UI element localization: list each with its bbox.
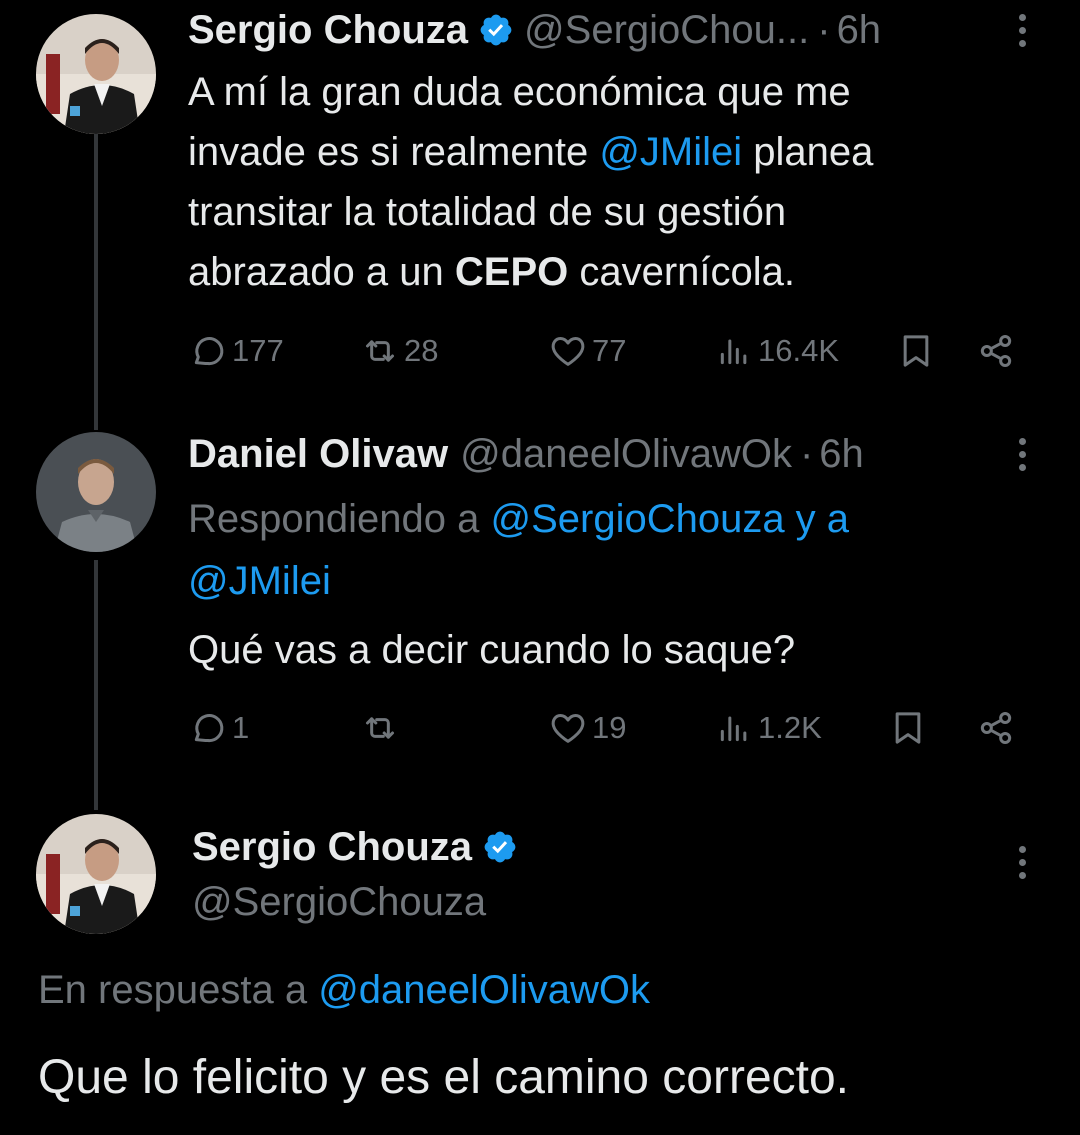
heart-icon — [548, 331, 588, 371]
avatar[interactable] — [36, 14, 156, 134]
author-handle[interactable]: @SergioChou... — [524, 8, 809, 53]
author-handle[interactable]: @daneelOlivawOk — [460, 432, 792, 477]
thread-connector — [94, 560, 98, 810]
reply-count: 1 — [232, 710, 250, 745]
text-span: cavernícola. — [568, 250, 796, 294]
replying-to: Respondiendo a @SergioChouza y a @JMilei — [188, 488, 1008, 612]
author-name[interactable]: Sergio Chouza — [188, 8, 468, 53]
more-vertical-icon[interactable] — [1012, 846, 1032, 879]
more-vertical-icon[interactable] — [1012, 438, 1032, 471]
avatar[interactable] — [36, 432, 156, 552]
share-icon — [976, 331, 1016, 371]
retweet-button[interactable] — [360, 703, 404, 753]
text-line: Qué vas a decir cuando lo saque? — [188, 628, 796, 672]
replying-label: Respondiendo a — [188, 497, 491, 541]
like-count: 19 — [592, 710, 627, 745]
retweet-icon — [360, 708, 400, 748]
timestamp[interactable]: 6h — [837, 8, 882, 53]
tweet-body: A mí la gran duda económica que me invad… — [188, 62, 1008, 302]
tweet-body: Qué vas a decir cuando lo saque? — [188, 620, 1008, 680]
action-bar: 1 19 1.2K — [188, 703, 1028, 753]
reply-icon — [188, 331, 228, 371]
bookmark-button[interactable] — [896, 326, 936, 376]
views-icon — [714, 331, 754, 371]
author-name-row: Sergio Chouza — [192, 818, 528, 876]
mention-link[interactable]: @SergioChouza y a — [490, 497, 849, 541]
text-span: abrazado a un — [188, 250, 455, 294]
author-name[interactable]: Sergio Chouza — [192, 825, 472, 870]
views-button[interactable]: 1.2K — [714, 703, 822, 753]
bookmark-icon — [896, 331, 936, 371]
text-span: invade es si realmente — [188, 130, 600, 174]
text-line: transitar la totalidad de su gestión — [188, 190, 787, 234]
more-vertical-icon[interactable] — [1012, 14, 1032, 47]
author-block: Sergio Chouza @SergioChouza — [192, 818, 528, 936]
share-button[interactable] — [976, 326, 1016, 376]
like-button[interactable]: 19 — [548, 703, 626, 753]
like-button[interactable]: 77 — [548, 326, 626, 376]
reply-button[interactable]: 1 — [188, 703, 249, 753]
tweet-thread: Sergio Chouza @SergioChou... · 6h A mí l… — [0, 0, 1080, 1135]
bookmark-icon — [888, 708, 928, 748]
views-button[interactable]: 16.4K — [714, 326, 839, 376]
share-icon — [976, 708, 1016, 748]
thread-connector — [94, 134, 98, 430]
tweet-header: Daniel Olivaw @daneelOlivawOk · 6h — [188, 424, 864, 484]
share-button[interactable] — [976, 703, 1016, 753]
in-reply-label: En respuesta a — [38, 968, 319, 1012]
bold-text: CEPO — [454, 250, 569, 294]
bookmark-button[interactable] — [888, 703, 928, 753]
text-span: planea — [742, 130, 874, 174]
text-line: abrazado a un CEPO cavernícola. — [188, 242, 1008, 302]
tweet-body: Que lo felicito y es el camino correcto. — [38, 1051, 850, 1104]
tweet-header: Sergio Chouza @SergioChou... · 6h — [188, 0, 881, 60]
reply-icon — [188, 708, 228, 748]
separator-dot: · — [799, 431, 814, 476]
mention-link[interactable]: @daneelOlivawOk — [318, 968, 650, 1012]
author-handle[interactable]: @SergioChouza — [192, 880, 528, 936]
in-reply-to: En respuesta a @daneelOlivawOk — [38, 968, 650, 1013]
retweet-button[interactable]: 28 — [360, 326, 438, 376]
heart-icon — [548, 708, 588, 748]
text-line: invade es si realmente @JMilei planea — [188, 122, 1008, 182]
reply-count: 177 — [232, 333, 284, 368]
retweet-icon — [360, 331, 400, 371]
views-count: 1.2K — [758, 710, 822, 745]
text-line: Respondiendo a @SergioChouza y a — [188, 488, 1008, 550]
like-count: 77 — [592, 333, 627, 368]
separator-dot: · — [817, 7, 831, 52]
mention-link[interactable]: @JMilei — [188, 559, 331, 603]
retweet-count: 28 — [404, 333, 439, 368]
text-line: A mí la gran duda económica que me — [188, 70, 851, 114]
timestamp[interactable]: 6h — [819, 432, 864, 477]
views-icon — [714, 708, 754, 748]
verified-badge-icon — [482, 829, 518, 865]
text-line: @JMilei — [188, 550, 1008, 612]
avatar[interactable] — [36, 814, 156, 934]
mention-link[interactable]: @JMilei — [599, 130, 742, 174]
reply-button[interactable]: 177 — [188, 326, 284, 376]
author-name[interactable]: Daniel Olivaw — [188, 432, 448, 477]
views-count: 16.4K — [758, 333, 840, 368]
verified-badge-icon — [478, 12, 514, 48]
action-bar: 177 28 77 16.4K — [188, 326, 1028, 376]
